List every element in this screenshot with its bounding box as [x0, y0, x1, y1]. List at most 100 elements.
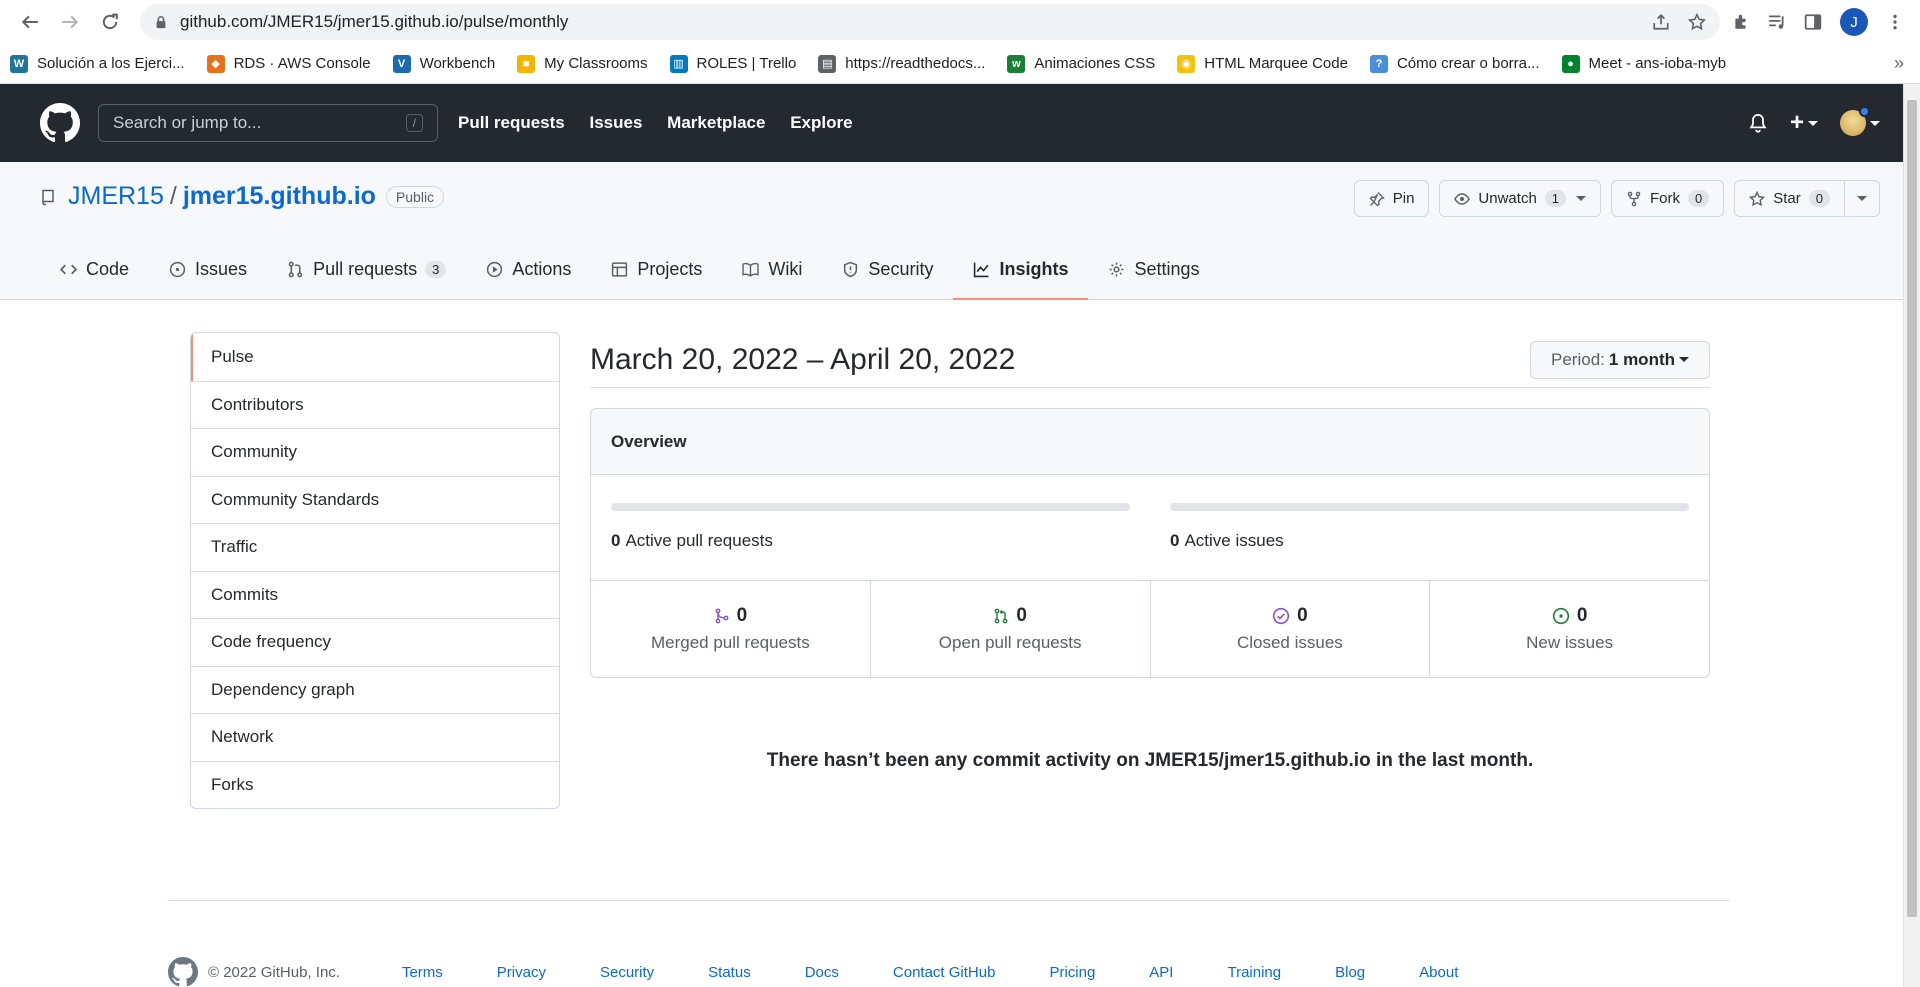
- git-pull-request-icon: [994, 608, 1008, 624]
- footer-link-security[interactable]: Security: [600, 964, 654, 981]
- tab-security[interactable]: Security: [822, 239, 953, 299]
- github-logo-icon[interactable]: [40, 103, 80, 143]
- menu-item-traffic[interactable]: Traffic: [191, 523, 559, 571]
- footer-link-status[interactable]: Status: [708, 964, 751, 981]
- footer-link-privacy[interactable]: Privacy: [497, 964, 546, 981]
- share-icon[interactable]: [1652, 13, 1670, 31]
- forward-button[interactable]: [56, 8, 84, 36]
- tab-projects[interactable]: Projects: [591, 239, 722, 299]
- header-nav-issues[interactable]: Issues: [590, 113, 643, 132]
- extensions-icon[interactable]: [1732, 13, 1750, 31]
- bookmark-item[interactable]: ? Cómo crear o borra...: [1369, 54, 1540, 73]
- active-issues[interactable]: 0 Active issues: [1170, 503, 1689, 580]
- menu-item-network[interactable]: Network: [191, 713, 559, 761]
- footer-link-pricing[interactable]: Pricing: [1049, 964, 1095, 981]
- fork-icon: [1626, 191, 1642, 207]
- tab-label: Issues: [195, 258, 248, 279]
- git-merge-icon: [715, 608, 728, 624]
- merged-prs-stat[interactable]: 0 Merged pull requests: [591, 581, 870, 677]
- bookmark-item[interactable]: ■ My Classrooms: [517, 54, 648, 73]
- open-prs-stat[interactable]: 0 Open pull requests: [869, 581, 1150, 677]
- tab-code[interactable]: Code: [40, 239, 149, 299]
- bookmark-item[interactable]: w Animaciones CSS: [1007, 54, 1156, 73]
- fork-button[interactable]: Fork 0: [1611, 180, 1725, 217]
- bookmark-item[interactable]: ◆ RDS · AWS Console: [206, 54, 371, 73]
- bookmark-label: Animaciones CSS: [1034, 55, 1156, 72]
- bookmark-item[interactable]: ◉ HTML Marquee Code: [1177, 54, 1348, 73]
- bookmarks-overflow-button[interactable]: »: [1894, 53, 1910, 74]
- footer-link-contact-github[interactable]: Contact GitHub: [893, 964, 996, 981]
- media-control-icon[interactable]: [1768, 13, 1786, 31]
- footer-link-terms[interactable]: Terms: [402, 964, 443, 981]
- bookmark-label: https://readthedocs...: [845, 55, 986, 72]
- bookmark-label: Solución a los Ejerci...: [37, 55, 185, 72]
- tab-count: 3: [425, 260, 447, 278]
- bell-icon[interactable]: [1748, 113, 1768, 133]
- star-button[interactable]: Star 0: [1734, 180, 1845, 217]
- create-new-dropdown[interactable]: +: [1790, 109, 1818, 137]
- tab-label: Security: [868, 258, 934, 279]
- bookmark-item[interactable]: ▤ https://readthedocs...: [818, 54, 986, 73]
- active-issues-bar: [1170, 503, 1689, 511]
- footer-link-about[interactable]: About: [1419, 964, 1458, 981]
- unwatch-button[interactable]: Unwatch 1: [1439, 180, 1602, 217]
- pin-button[interactable]: Pin: [1353, 180, 1430, 217]
- footer-link-api[interactable]: API: [1149, 964, 1173, 981]
- github-mark-icon[interactable]: [168, 957, 198, 987]
- header-nav-explore[interactable]: Explore: [790, 113, 852, 132]
- period-dropdown[interactable]: Period: 1 month: [1530, 340, 1710, 379]
- active-pull-requests[interactable]: 0 Active pull requests: [611, 503, 1130, 580]
- tab-label: Insights: [999, 258, 1069, 279]
- footer-link-training[interactable]: Training: [1227, 964, 1281, 981]
- bookmark-item[interactable]: V Workbench: [392, 54, 495, 73]
- tab-pull-requests[interactable]: Pull requests 3: [267, 239, 466, 299]
- header-nav-marketplace[interactable]: Marketplace: [667, 113, 765, 132]
- closed-issues-stat[interactable]: 0 Closed issues: [1149, 581, 1430, 677]
- footer-link-docs[interactable]: Docs: [805, 964, 839, 981]
- menu-item-dependency-graph[interactable]: Dependency graph: [191, 665, 559, 714]
- bookmark-star-icon[interactable]: [1688, 13, 1706, 31]
- search-shortcut-key: /: [405, 114, 423, 132]
- bookmark-favicon-icon: ▤: [818, 54, 837, 73]
- arrow-right-icon: [62, 15, 79, 29]
- open-prs-label: Open pull requests: [938, 633, 1082, 652]
- new-issues-stat[interactable]: 0 New issues: [1429, 581, 1709, 677]
- user-menu[interactable]: [1840, 106, 1880, 136]
- tab-wiki[interactable]: Wiki: [722, 239, 822, 299]
- header-nav-pull-requests[interactable]: Pull requests: [458, 113, 565, 132]
- menu-item-commits[interactable]: Commits: [191, 570, 559, 619]
- side-panel-icon[interactable]: [1804, 13, 1822, 31]
- bookmark-favicon-icon: ●: [1561, 54, 1580, 73]
- bookmark-item[interactable]: ▥ ROLES | Trello: [669, 54, 796, 73]
- menu-item-pulse[interactable]: Pulse: [191, 333, 559, 381]
- bookmark-favicon-icon: w: [1007, 54, 1026, 73]
- menu-item-community-standards[interactable]: Community Standards: [191, 475, 559, 524]
- overview-box: Overview 0 Active pull requests 0 Active i…: [590, 408, 1710, 678]
- footer-link-blog[interactable]: Blog: [1335, 964, 1365, 981]
- bookmark-item[interactable]: ● Meet - ans-ioba-myb: [1561, 54, 1726, 73]
- scrollbar-thumb[interactable]: [1907, 100, 1917, 917]
- search-input[interactable]: Search or jump to... /: [98, 104, 438, 142]
- tab-actions[interactable]: Actions: [466, 239, 591, 299]
- repo-owner-link[interactable]: JMER15: [68, 182, 164, 211]
- back-button[interactable]: [16, 8, 44, 36]
- menu-item-code-frequency[interactable]: Code frequency: [191, 618, 559, 666]
- active-prs-count: 0: [611, 531, 621, 550]
- active-prs-bar: [611, 503, 1130, 511]
- tab-insights[interactable]: Insights: [953, 239, 1089, 300]
- menu-item-forks[interactable]: Forks: [191, 760, 559, 809]
- reload-button[interactable]: [96, 8, 124, 36]
- tab-issues[interactable]: Issues: [149, 239, 267, 299]
- menu-item-community[interactable]: Community: [191, 428, 559, 476]
- tab-settings[interactable]: Settings: [1088, 239, 1219, 299]
- page-scrollbar[interactable]: [1903, 84, 1920, 987]
- bookmark-item[interactable]: W Solución a los Ejerci...: [10, 54, 185, 73]
- star-list-dropdown[interactable]: [1845, 180, 1880, 217]
- menu-item-contributors[interactable]: Contributors: [191, 380, 559, 429]
- kebab-menu-icon[interactable]: [1886, 13, 1904, 31]
- overview-title: Overview: [591, 409, 1709, 475]
- repo-name-link[interactable]: jmer15.github.io: [183, 182, 376, 211]
- profile-avatar[interactable]: J: [1840, 8, 1868, 36]
- address-bar[interactable]: github.com/JMER15/jmer15.github.io/pulse…: [140, 4, 1720, 40]
- footer: © 2022 GitHub, Inc. Terms Privacy Security…: [168, 900, 1730, 987]
